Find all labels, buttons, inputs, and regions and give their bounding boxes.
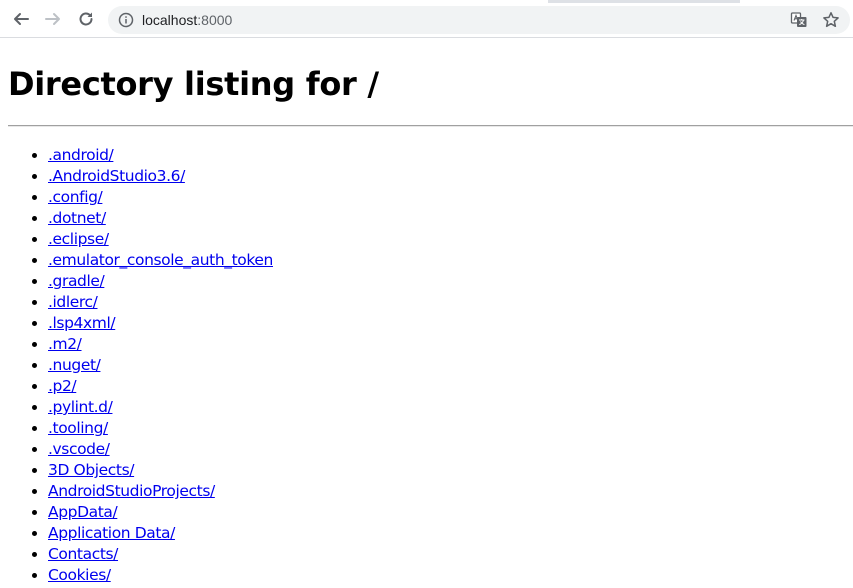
list-item: .eclipse/	[48, 229, 853, 250]
divider	[8, 125, 853, 127]
list-item: .config/	[48, 187, 853, 208]
file-link[interactable]: .gradle/	[48, 272, 105, 290]
url-text[interactable]: localhost:8000	[142, 11, 232, 29]
list-item: Cookies/	[48, 565, 853, 586]
file-link[interactable]: .vscode/	[48, 440, 110, 458]
list-item: .emulator_console_auth_token	[48, 250, 853, 271]
list-item: .dotnet/	[48, 208, 853, 229]
list-item: .android/	[48, 145, 853, 166]
list-item: AppData/	[48, 502, 853, 523]
reload-icon	[79, 12, 93, 26]
forward-button[interactable]	[40, 6, 66, 32]
list-item: .AndroidStudio3.6/	[48, 166, 853, 187]
page-content: Directory listing for / .android/ .Androi…	[0, 64, 853, 586]
url-port: :8000	[197, 12, 233, 28]
list-item: .lsp4xml/	[48, 313, 853, 334]
translate-icon[interactable]	[790, 11, 808, 29]
directory-list: .android/ .AndroidStudio3.6/ .config/ .dotn…	[8, 145, 853, 586]
file-link[interactable]: AppData/	[48, 503, 118, 521]
info-icon[interactable]	[118, 12, 134, 28]
file-link[interactable]: .AndroidStudio3.6/	[48, 167, 185, 185]
list-item: .idlerc/	[48, 292, 853, 313]
tab-strip	[0, 0, 853, 3]
file-link[interactable]: AndroidStudioProjects/	[48, 482, 215, 500]
list-item: .tooling/	[48, 418, 853, 439]
reload-button[interactable]	[73, 6, 99, 32]
list-item: .m2/	[48, 334, 853, 355]
file-link[interactable]: .lsp4xml/	[48, 314, 116, 332]
file-link[interactable]: Cookies/	[48, 566, 111, 584]
list-item: .nuget/	[48, 355, 853, 376]
file-link[interactable]: .android/	[48, 146, 114, 164]
back-arrow-icon	[14, 13, 29, 25]
file-link[interactable]: .dotnet/	[48, 209, 106, 227]
forward-arrow-icon	[45, 13, 60, 25]
page-title: Directory listing for /	[8, 65, 379, 103]
address-bar[interactable]: localhost:8000	[108, 6, 850, 34]
browser-toolbar: localhost:8000	[0, 0, 853, 38]
star-icon[interactable]	[822, 11, 840, 29]
file-link[interactable]: Application Data/	[48, 524, 175, 542]
file-link[interactable]: .idlerc/	[48, 293, 98, 311]
back-button[interactable]	[8, 6, 34, 32]
file-link[interactable]: .emulator_console_auth_token	[48, 251, 273, 269]
file-link[interactable]: .p2/	[48, 377, 77, 395]
file-link[interactable]: Contacts/	[48, 545, 118, 563]
file-link[interactable]: .config/	[48, 188, 103, 206]
file-link[interactable]: 3D Objects/	[48, 461, 135, 479]
file-link[interactable]: .nuget/	[48, 356, 101, 374]
list-item: .gradle/	[48, 271, 853, 292]
file-link[interactable]: .tooling/	[48, 419, 108, 437]
file-link[interactable]: .pylint.d/	[48, 398, 113, 416]
list-item: .p2/	[48, 376, 853, 397]
file-link[interactable]: .m2/	[48, 335, 82, 353]
url-host: localhost	[142, 12, 198, 28]
list-item: Contacts/	[48, 544, 853, 565]
list-item: .pylint.d/	[48, 397, 853, 418]
list-item: Application Data/	[48, 523, 853, 544]
list-item: AndroidStudioProjects/	[48, 481, 853, 502]
list-item: 3D Objects/	[48, 460, 853, 481]
list-item: .vscode/	[48, 439, 853, 460]
file-link[interactable]: .eclipse/	[48, 230, 109, 248]
